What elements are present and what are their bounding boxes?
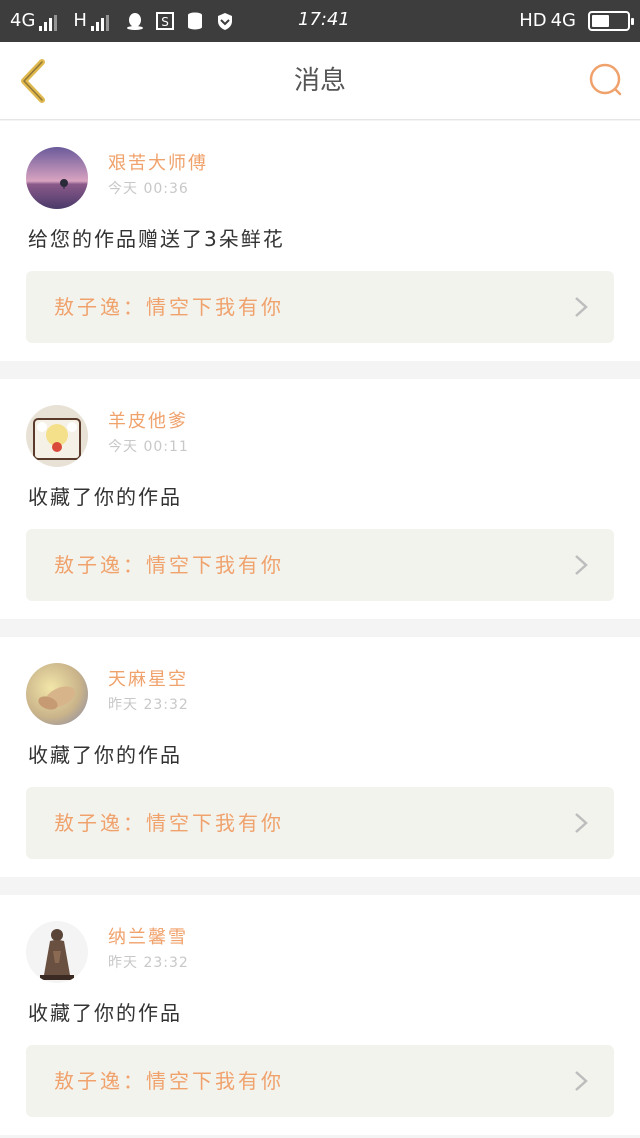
message-text: 收藏了你的作品 (28, 743, 182, 767)
search-button[interactable] (586, 60, 626, 100)
signal-4g: 4G (10, 11, 59, 31)
svg-text:S: S (161, 15, 169, 29)
qq-penguin-icon (126, 13, 143, 30)
username[interactable]: 纳兰馨雪 (108, 927, 188, 949)
page-title: 消息 (293, 66, 346, 96)
username[interactable]: 天麻星空 (108, 669, 188, 691)
avatar[interactable] (26, 921, 88, 983)
timestamp: 今天 00:36 (108, 181, 189, 197)
shield-icon (217, 13, 232, 30)
work-title: 敖子逸：情空下我有你 (54, 1069, 284, 1093)
status-bar-left: 4G H S (10, 9, 245, 33)
header: 消息 (0, 42, 640, 120)
work-link[interactable]: 敖子逸：情空下我有你 (26, 1045, 614, 1117)
search-icon (589, 63, 622, 96)
message-card: 羊皮他爹 今天 00:11 收藏了你的作品 敖子逸：情空下我有你 (0, 379, 640, 619)
network-type-label: 4G (10, 10, 36, 31)
battery-icon (588, 11, 634, 31)
message-text: 收藏了你的作品 (28, 485, 182, 509)
avatar[interactable] (26, 147, 88, 209)
work-title: 敖子逸：情空下我有你 (54, 811, 284, 835)
avatar[interactable] (26, 663, 88, 725)
username[interactable]: 羊皮他爹 (108, 411, 188, 433)
message-list: 艰苦大师傅 今天 00:36 给您的作品赠送了3朵鲜花 敖子逸：情空下我有你 羊… (0, 121, 640, 1138)
message-card: 艰苦大师傅 今天 00:36 给您的作品赠送了3朵鲜花 敖子逸：情空下我有你 (0, 121, 640, 361)
avatar[interactable] (26, 405, 88, 467)
work-link[interactable]: 敖子逸：情空下我有你 (26, 787, 614, 859)
signal-bars-icon (90, 15, 111, 31)
chevron-right-icon (575, 1071, 588, 1091)
timestamp: 昨天 23:32 (108, 697, 189, 713)
message-text: 给您的作品赠送了3朵鲜花 (28, 227, 285, 251)
hd-label: HD (519, 10, 547, 31)
work-link[interactable]: 敖子逸：情空下我有你 (26, 271, 614, 343)
message-card: 天麻星空 昨天 23:32 收藏了你的作品 敖子逸：情空下我有你 (0, 637, 640, 877)
chevron-right-icon (575, 555, 588, 575)
message-card: 纳兰馨雪 昨天 23:32 收藏了你的作品 敖子逸：情空下我有你 (0, 895, 640, 1135)
clock: 17:41 (298, 9, 350, 30)
battery-level (592, 15, 609, 27)
database-icon (187, 12, 202, 30)
chevron-right-icon (575, 297, 588, 317)
message-text: 收藏了你的作品 (28, 1001, 182, 1025)
status-bar: 4G H S 17:41 HD 4G (0, 0, 640, 42)
work-title: 敖子逸：情空下我有你 (54, 295, 284, 319)
work-title: 敖子逸：情空下我有你 (54, 553, 284, 577)
timestamp: 今天 00:11 (108, 439, 189, 455)
work-link[interactable]: 敖子逸：情空下我有你 (26, 529, 614, 601)
username[interactable]: 艰苦大师傅 (108, 153, 208, 175)
status-bar-right: HD 4G (519, 9, 634, 33)
signal-h: H (73, 11, 111, 31)
chevron-right-icon (575, 813, 588, 833)
signal-bars-icon (39, 15, 59, 31)
s-box-icon: S (155, 12, 174, 30)
network-type-label: H (73, 10, 87, 31)
timestamp: 昨天 23:32 (108, 955, 189, 971)
network-type-label: 4G (550, 10, 576, 31)
